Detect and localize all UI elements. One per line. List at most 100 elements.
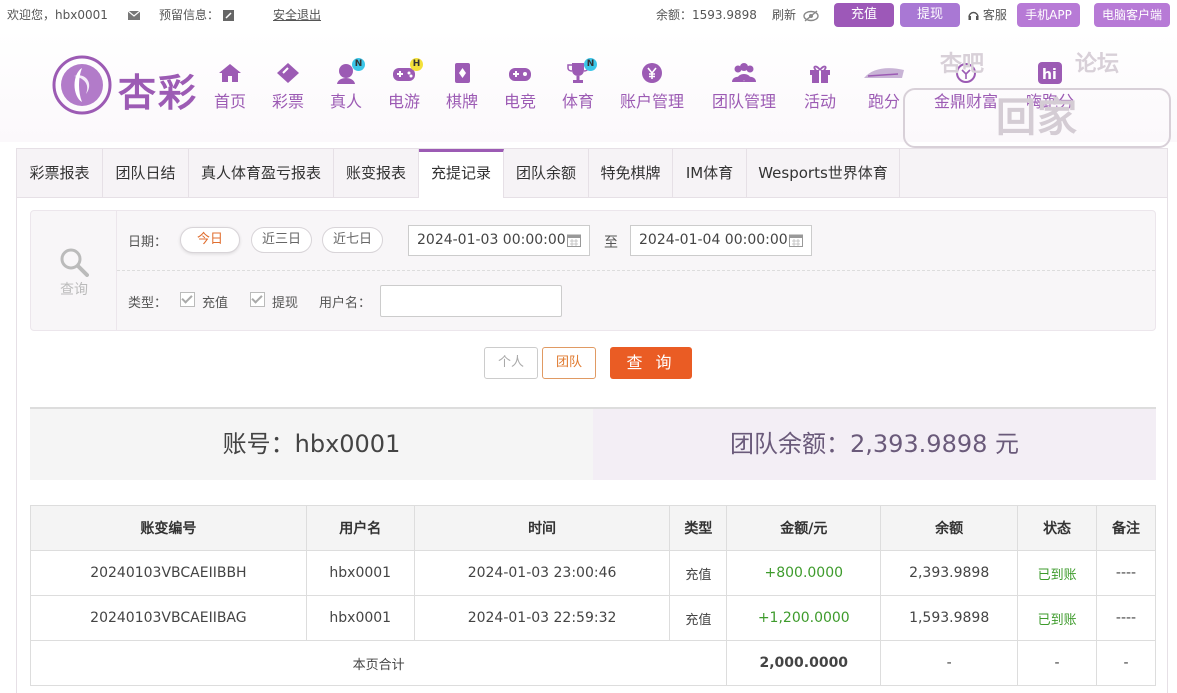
pc-client-button[interactable]: 电脑客户端 [1094,3,1170,27]
start-date-value: 2024-01-03 00:00:00 [417,232,566,248]
tab-deposit-withdraw-records[interactable]: 充提记录 [419,149,504,198]
start-date-input[interactable]: 2024-01-03 00:00:00 [408,225,590,256]
nav-slots[interactable]: H 电游 [388,58,423,112]
esports-icon [507,62,533,84]
withdraw-checkbox-label: 提现 [272,296,299,311]
nav-label: 团队管理 [712,92,777,111]
logout-link[interactable]: 安全退出 [273,0,321,30]
headset-icon [968,11,979,20]
page-total-label: 本页合计 [29,640,728,686]
header: 杏彩 首页 彩票 N 真人 H 电游 棋牌 电竞 N 体育 账户管理 团队管理 [0,30,1177,197]
running-icon [862,62,906,84]
nav-sports[interactable]: N 体育 [562,58,597,112]
username: hbx0001 [305,550,415,596]
withdraw-button[interactable]: 提现 [900,3,960,27]
today-pill[interactable]: 今日 [180,227,240,253]
deposit-checkbox-label: 充值 [202,296,229,311]
tab-live-sports-pnl[interactable]: 真人体育盈亏报表 [189,149,334,198]
filter-panel: 查询 日期： 今日 近三日 近七日 2024-01-03 00:00:00 至 … [30,210,1156,331]
tab-team-daily[interactable]: 团队日结 [103,149,189,198]
welcome-text: 欢迎您，hbx0001 [7,8,108,22]
team-balance-summary: 团队余额：2,393.9898 元 [593,409,1156,480]
account-summary: 账号：hbx0001 [30,409,593,480]
nav-chess-cards[interactable]: 棋牌 [446,62,478,112]
mobile-app-button[interactable]: 手机APP [1017,3,1080,27]
username-label: 用户名： [319,296,372,311]
tab-balance-change[interactable]: 账变报表 [334,149,419,198]
eye-hidden-icon[interactable] [803,0,819,30]
logo-emblem-icon [52,55,112,115]
time: 2024-01-03 22:59:32 [413,595,671,641]
nav-label: 活动 [804,92,837,111]
edit-icon[interactable] [223,0,234,30]
three-days-pill[interactable]: 近三日 [251,227,312,253]
hi-icon: hi [1037,62,1063,84]
tab-wesports[interactable]: Wesports世界体育 [747,149,900,198]
query-label: 查询 [60,282,88,298]
username-input[interactable] [380,285,562,317]
tab-lottery-report[interactable]: 彩票报表 [17,149,103,198]
nav-lottery[interactable]: 彩票 [272,62,304,112]
time: 2024-01-03 23:00:46 [413,550,671,596]
tab-exempt-chess[interactable]: 特免棋牌 [589,149,673,198]
watermark-text-top-right: 论坛 [1075,52,1120,77]
withdraw-checkbox[interactable] [250,292,265,307]
nav-label: 账户管理 [620,92,685,111]
type: 充值 [669,595,728,641]
nav-esports[interactable]: 电竞 [504,62,536,112]
tab-im-sports[interactable]: IM体育 [673,149,747,198]
refresh-link[interactable]: 刷新 [772,0,796,30]
query-button[interactable]: 查 询 [610,347,692,379]
end-date-value: 2024-01-04 00:00:00 [639,232,788,248]
note: ---- [1096,550,1156,596]
column-header: 用户名 [305,505,415,551]
date-label: 日期： [128,235,168,250]
username: hbx0001 [305,595,415,641]
column-header: 余额 [880,505,1019,551]
customer-service-link[interactable]: 客服 [968,0,1007,30]
gamepad-icon: H [391,58,423,84]
watermark: 回家205.com [903,88,1171,197]
mail-icon[interactable] [127,0,141,30]
search-icon [60,248,89,277]
main-content: 查询 日期： 今日 近三日 近七日 2024-01-03 00:00:00 至 … [16,198,1168,693]
nav-team-management[interactable]: 团队管理 [712,62,776,112]
balance: 1,593.9898 [880,595,1019,641]
nav-live-dealer[interactable]: N 真人 [330,58,365,112]
nav-activities[interactable]: 活动 [804,62,836,112]
type-label: 类型： [128,296,168,311]
watermark-text-top: 杏吧 [940,52,985,77]
nav-home[interactable]: 首页 [214,62,246,112]
nav-label: 彩票 [272,92,305,111]
balance: 2,393.9898 [880,550,1019,596]
deposit-button[interactable]: 充值 [834,3,894,27]
note: ---- [1096,595,1156,641]
table-footer-row: 本页合计 2,000.0000 - - - [29,640,1156,686]
hot-badge: H [410,58,423,71]
top-bar: 欢迎您，hbx0001 预留信息： 安全退出 余额：1593.9898 刷新 充… [0,0,1177,30]
personal-button[interactable]: 个人 [484,347,538,379]
nav-running-score[interactable]: 跑分 [862,62,906,112]
seven-days-pill[interactable]: 近七日 [322,227,383,253]
page-total-note: - [1096,640,1156,686]
amount: +1,200.0000 [726,595,882,641]
calendar-icon[interactable] [789,233,803,247]
tab-team-balance[interactable]: 团队余额 [504,149,589,198]
nav-label: 首页 [214,92,247,111]
deposit-checkbox[interactable] [180,292,195,307]
column-header: 类型 [669,505,728,551]
balance-text: 余额：1593.9898 [656,8,757,22]
site-logo[interactable]: 杏彩 [52,54,204,116]
end-date-input[interactable]: 2024-01-04 00:00:00 [630,225,812,256]
calendar-icon[interactable] [567,233,581,247]
page-total-amount: 2,000.0000 [726,640,882,686]
page-total-status: - [1017,640,1098,686]
date-range-separator: 至 [604,235,618,251]
type: 充值 [669,550,728,596]
table-header-row: 账变编号 用户名 时间 类型 金额/元 余额 状态 备注 [30,505,1156,551]
svg-text:hi: hi [1042,67,1057,83]
team-button[interactable]: 团队 [542,347,596,379]
nav-account-management[interactable]: 账户管理 [620,62,684,112]
records-table: 账变编号 用户名 时间 类型 金额/元 余额 状态 备注 20240103VBC… [29,505,1156,686]
filter-divider [117,270,1155,271]
